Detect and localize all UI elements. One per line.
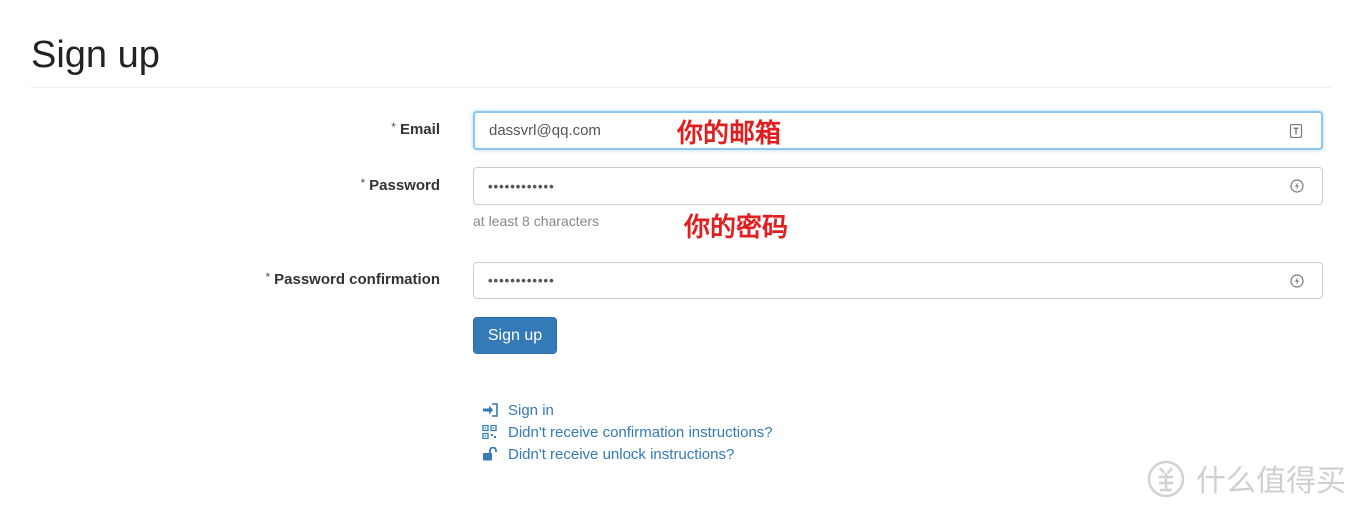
link-row-sign-in: Sign in xyxy=(482,399,773,421)
auth-links: Sign in Didn't receive confirmation inst… xyxy=(482,399,773,465)
email-label: * Email xyxy=(391,120,440,138)
sign-in-icon xyxy=(483,403,498,417)
password-help-text: at least 8 characters xyxy=(473,213,600,229)
required-marker: * xyxy=(360,176,366,190)
sign-in-link[interactable]: Sign in xyxy=(508,402,554,419)
password-annotation: 你的密码 xyxy=(684,213,789,243)
key-icon[interactable] xyxy=(1290,179,1304,193)
confirmation-instructions-link[interactable]: Didn't receive confirmation instructions… xyxy=(508,424,773,441)
page-title: Sign up xyxy=(31,34,160,76)
required-marker: * xyxy=(391,120,396,134)
password-label-text: Password xyxy=(369,177,440,194)
watermark: 什么值得买 xyxy=(1146,456,1346,500)
password-confirmation-label: * Password confirmation xyxy=(265,270,440,288)
required-marker: * xyxy=(265,270,271,284)
link-row-confirmation: Didn't receive confirmation instructions… xyxy=(482,421,773,443)
password-confirmation-label-text: Password confirmation xyxy=(274,271,440,288)
email-label-text: Email xyxy=(399,121,440,138)
password-label: * Password xyxy=(360,176,440,194)
unlock-instructions-link[interactable]: Didn't receive unlock instructions? xyxy=(508,446,734,463)
zhi-logo-icon xyxy=(1147,460,1185,498)
watermark-text: 什么值得买 xyxy=(1196,464,1346,499)
password-field[interactable] xyxy=(488,168,1268,204)
unlock-icon xyxy=(483,447,497,461)
qrcode-icon xyxy=(482,425,497,439)
password-field-wrapper xyxy=(473,167,1323,205)
title-divider xyxy=(31,87,1331,88)
email-field[interactable] xyxy=(489,113,1269,148)
email-annotation: 你的邮箱 xyxy=(677,119,782,149)
key-icon[interactable] xyxy=(1290,273,1304,288)
sign-up-page: Sign up *Email 你的邮箱 *Password at least 8… xyxy=(0,0,1360,514)
password-confirmation-field[interactable] xyxy=(488,263,1268,298)
contact-card-icon[interactable] xyxy=(1289,123,1303,138)
password-confirmation-field-wrapper xyxy=(473,262,1323,299)
link-row-unlock: Didn't receive unlock instructions? xyxy=(482,443,773,465)
email-field-wrapper xyxy=(473,111,1323,150)
sign-up-button[interactable]: Sign up xyxy=(473,317,557,354)
